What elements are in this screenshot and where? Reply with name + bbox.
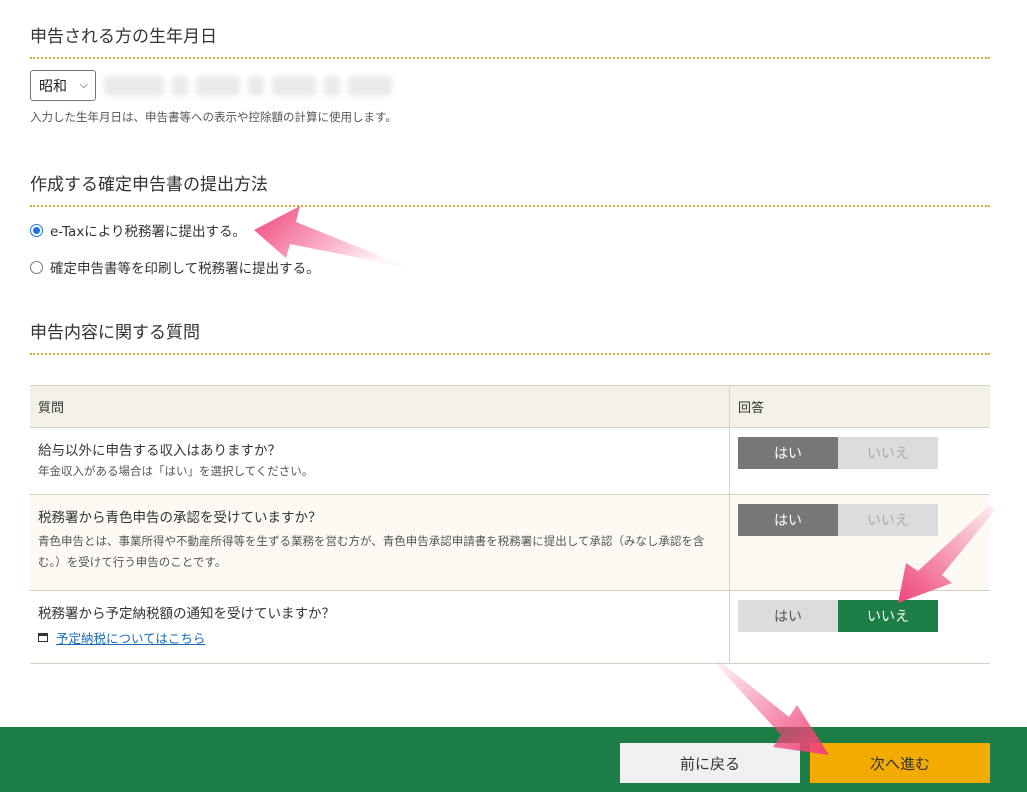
question-cell: 税務署から予定納税額の通知を受けていますか？ 予定納税についてはこちら [30, 590, 730, 664]
radio-option-print[interactable]: 確定申告書等を印刷して税務署に提出する。 [30, 257, 320, 277]
yes-button[interactable]: はい [738, 504, 838, 536]
answer-cell: はい いいえ [729, 590, 990, 664]
era-select[interactable]: 昭和 ⌵ [30, 70, 96, 101]
table-header-row: 質問 回答 [30, 385, 990, 428]
column-header-answer: 回答 [729, 385, 990, 428]
birthdate-fields-blurred[interactable] [104, 70, 394, 101]
column-header-question: 質問 [30, 385, 730, 428]
radio-label: 確定申告書等を印刷して税務署に提出する。 [50, 261, 320, 277]
birthdate-section-title: 申告される方の生年月日 [30, 22, 990, 59]
table-row: 税務署から青色申告の承認を受けていますか？ 青色申告とは、事業所得や不動産所得等… [30, 494, 990, 591]
question-text: 税務署から予定納税額の通知を受けていますか？ [38, 606, 335, 622]
no-button[interactable]: いいえ [838, 504, 938, 536]
radio-option-etax[interactable]: e-Taxにより税務署に提出する。 [30, 220, 246, 240]
questions-section-title: 申告内容に関する質問 [30, 318, 990, 355]
footer-bar: 前に戻る 次へ進む [0, 727, 1027, 792]
question-text: 給与以外に申告する収入はありますか？ [38, 443, 281, 459]
questions-table: 質問 回答 給与以外に申告する収入はありますか？ 年金収入がある場合は「はい」を… [30, 385, 990, 664]
question-subtext: 青色申告とは、事業所得や不動産所得等を生ずる業務を営む方が、青色申告承認申請書を… [38, 534, 705, 569]
new-window-icon [38, 633, 48, 642]
question-subtext: 年金収入がある場合は「はい」を選択してください。 [38, 464, 314, 478]
question-cell: 給与以外に申告する収入はありますか？ 年金収入がある場合は「はい」を選択してくだ… [30, 427, 730, 495]
submission-section-title: 作成する確定申告書の提出方法 [30, 170, 990, 207]
prepayment-info-link[interactable]: 予定納税についてはこちら [56, 628, 205, 647]
radio-button[interactable] [30, 260, 43, 274]
radio-label: e-Taxにより税務署に提出する。 [50, 224, 246, 240]
no-button[interactable]: いいえ [838, 437, 938, 469]
answer-cell: はい いいえ [729, 494, 990, 591]
yes-button[interactable]: はい [738, 600, 838, 632]
chevron-down-icon: ⌵ [79, 78, 88, 91]
answer-cell: はい いいえ [729, 427, 990, 495]
table-row: 給与以外に申告する収入はありますか？ 年金収入がある場合は「はい」を選択してくだ… [30, 427, 990, 495]
radio-button-selected[interactable] [30, 223, 43, 237]
yes-button[interactable]: はい [738, 437, 838, 469]
no-button-selected[interactable]: いいえ [838, 600, 938, 632]
birthdate-hint: 入力した生年月日は、申告書等への表示や控除額の計算に使用します。 [30, 110, 397, 124]
question-text: 税務署から青色申告の承認を受けていますか？ [38, 510, 322, 526]
next-button[interactable]: 次へ進む [810, 743, 990, 783]
table-row: 税務署から予定納税額の通知を受けていますか？ 予定納税についてはこちら はい い… [30, 590, 990, 664]
era-select-value: 昭和 [39, 78, 67, 95]
info-link-row: 予定納税についてはこちら [38, 628, 721, 647]
question-cell: 税務署から青色申告の承認を受けていますか？ 青色申告とは、事業所得や不動産所得等… [30, 494, 730, 591]
back-button[interactable]: 前に戻る [620, 743, 800, 783]
